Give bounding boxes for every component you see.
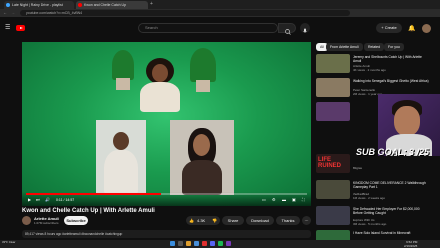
thumbs-up-icon[interactable]: 👍 — [189, 216, 194, 225]
time-display: 0:11 / 14:57 — [56, 197, 75, 202]
guest-left-face — [113, 132, 129, 150]
host-body — [140, 82, 180, 112]
subscriber-count: 1.07M subscribers — [34, 221, 59, 225]
search-button[interactable] — [278, 23, 296, 35]
progress-fill — [26, 193, 161, 195]
discord-icon[interactable] — [210, 241, 215, 246]
start-icon[interactable] — [170, 241, 175, 246]
create-button[interactable]: + Create — [376, 23, 402, 33]
url-field[interactable]: youtube.com/watch?v=mCB_4vBN4 — [20, 10, 350, 16]
rec-thumbnail — [316, 78, 350, 97]
clock-date: 2/19/2025 — [404, 244, 418, 248]
share-button[interactable]: Share — [222, 216, 244, 225]
recommendation-item[interactable]: I Have Solo Island Survival in Minecraft — [316, 230, 436, 240]
streamer-face — [394, 106, 420, 136]
plant-right — [190, 48, 216, 82]
description-box[interactable]: 89,417 views 8 hours ago #arletteamuli #… — [22, 230, 311, 238]
download-label: Download — [251, 218, 269, 223]
like-dislike-group: 👍 4.3K 👎 — [186, 216, 220, 225]
guest-left-body — [104, 150, 138, 195]
notifications-bell-icon[interactable]: 🔔 — [408, 25, 415, 32]
thumbs-down-icon[interactable]: 👎 — [212, 216, 217, 225]
browser-tab-1[interactable]: Late Night | Rainy Drive - playlist — [4, 1, 74, 9]
captions-icon[interactable]: ▭ — [262, 197, 266, 202]
youtube-favicon-icon — [78, 3, 82, 7]
tab-favicon-icon — [6, 3, 10, 7]
rec-meta: 4K views · 2 months ago — [353, 68, 386, 72]
tab-label: Late Night | Rainy Drive - playlist — [12, 3, 63, 7]
tab-label: Kwon and Chelle Catch Up — [84, 3, 127, 7]
rec-title: Walking into Senegal's Biggest Ghetto (W… — [353, 79, 429, 83]
rec-meta: 3M views · 5 months ago — [353, 222, 387, 226]
rec-title: KINGDOM COME DELIVERANCE 2 Walkthrough G… — [353, 181, 426, 189]
volume-icon[interactable]: 🔊 — [45, 197, 50, 202]
recommendation-item[interactable]: She Defrauded Her Employer For $2,000,00… — [316, 206, 436, 226]
search-taskbar-icon[interactable] — [178, 241, 183, 246]
pot-right — [196, 80, 210, 92]
rec-thumbnail — [316, 230, 350, 240]
rec-thumbnail — [316, 180, 350, 199]
next-icon[interactable]: ⏭ — [36, 197, 40, 202]
fullscreen-icon[interactable]: ⛶ — [302, 197, 305, 202]
voice-search-button[interactable] — [300, 23, 310, 33]
rec-channel: Bilgtas — [353, 166, 363, 170]
forward-icon[interactable]: → — [11, 10, 15, 15]
system-clock[interactable]: 9:52 PM 2/19/2025 — [404, 240, 417, 248]
more-actions-icon[interactable]: ⋯ — [302, 216, 311, 225]
rec-thumbnail: LIFE RUINED — [316, 154, 350, 173]
plant-left — [112, 50, 134, 80]
rec-thumb-text: LIFE RUINED — [318, 157, 342, 169]
theater-mode-icon[interactable]: ▬ — [282, 197, 286, 202]
thanks-label: Thanks — [281, 218, 295, 223]
recommendation-item[interactable]: Jeremy and Shelbounts Catch Up | With Ar… — [316, 54, 436, 74]
rec-title: Jeremy and Shelbounts Catch Up | With Ar… — [353, 55, 422, 63]
channel-avatar[interactable] — [22, 216, 31, 225]
rec-thumbnail — [316, 54, 350, 73]
rec-meta: 1M views · 2 weeks ago — [353, 196, 386, 200]
video-title: Kwon and Chelle Catch Up | With Arlette … — [22, 208, 155, 214]
video-player[interactable] — [22, 42, 311, 206]
browser-tab-2[interactable]: Kwon and Chelle Catch Up — [76, 1, 148, 9]
thanks-button[interactable]: Thanks — [276, 216, 300, 225]
recommendation-item[interactable]: LIFE RUINED Bilgtas — [316, 154, 436, 174]
new-tab-icon[interactable]: + — [150, 1, 153, 7]
search-icon — [285, 29, 291, 35]
download-button[interactable]: Download — [246, 216, 274, 225]
pot-left — [116, 78, 130, 90]
spotify-icon[interactable] — [218, 241, 223, 246]
rec-title: She Defrauded Her Employer For $2,000,00… — [353, 207, 420, 215]
recommendation-item[interactable]: KINGDOM COME DELIVERANCE 2 Walkthrough G… — [316, 180, 436, 200]
youtube-logo-icon[interactable] — [16, 25, 25, 31]
rec-thumbnail — [316, 206, 350, 225]
play-icon[interactable]: ▶ — [28, 197, 31, 202]
app-taskbar-icon[interactable] — [202, 241, 207, 246]
weather-widget[interactable]: 33°F Clear — [2, 240, 15, 245]
mic-icon — [302, 28, 308, 33]
sub-goal-overlay: SUB GOAL: 3 /25 — [356, 147, 430, 157]
guest-right-face — [193, 134, 210, 156]
guest-tile-left — [96, 120, 146, 195]
search-input[interactable]: Search — [138, 23, 278, 33]
guest-tile-right — [170, 120, 234, 195]
obs-icon[interactable] — [226, 241, 231, 246]
subscribe-button[interactable]: Subscribe — [64, 216, 88, 225]
chip-for-you[interactable]: For you — [384, 43, 404, 51]
back-icon[interactable]: ← — [3, 10, 7, 15]
file-explorer-icon[interactable] — [186, 241, 191, 246]
guest-right-body — [182, 160, 222, 195]
settings-gear-icon[interactable]: ⚙ — [272, 197, 276, 202]
account-avatar[interactable] — [422, 24, 431, 33]
miniplayer-icon[interactable]: ▣ — [292, 197, 296, 202]
rec-title: I Have Solo Island Survival in Minecraft — [353, 231, 411, 235]
like-count[interactable]: 4.3K — [197, 216, 205, 225]
chip-related[interactable]: Related — [364, 43, 385, 51]
chip-from-channel[interactable]: From Arlette Amuli — [326, 43, 363, 51]
rec-thumbnail — [316, 102, 350, 121]
share-label: Share — [227, 218, 239, 223]
host-face — [152, 64, 168, 82]
browser-taskbar-icon[interactable] — [194, 241, 199, 246]
menu-icon[interactable]: ☰ — [5, 24, 10, 31]
play-triangle-icon — [19, 26, 23, 29]
